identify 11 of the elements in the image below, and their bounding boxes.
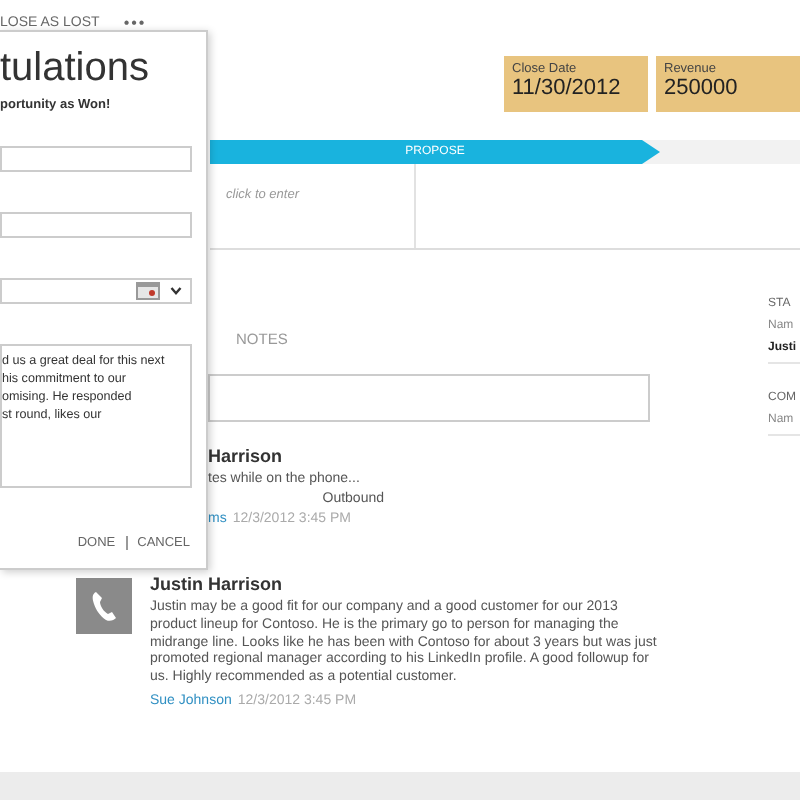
- input-field[interactable]: [0, 212, 192, 238]
- date-field[interactable]: [0, 278, 192, 304]
- chevron-down-icon[interactable]: [170, 286, 182, 296]
- dialog-title: tulations: [0, 46, 151, 92]
- more-button[interactable]: •••: [123, 13, 147, 31]
- phone-icon: [76, 578, 132, 634]
- note-input-field[interactable]: [208, 374, 650, 422]
- note-author: Justin Harrison: [150, 574, 285, 594]
- calendar-icon[interactable]: [136, 282, 160, 300]
- note-author: Harrison: [208, 446, 285, 466]
- input-field[interactable]: [0, 146, 192, 172]
